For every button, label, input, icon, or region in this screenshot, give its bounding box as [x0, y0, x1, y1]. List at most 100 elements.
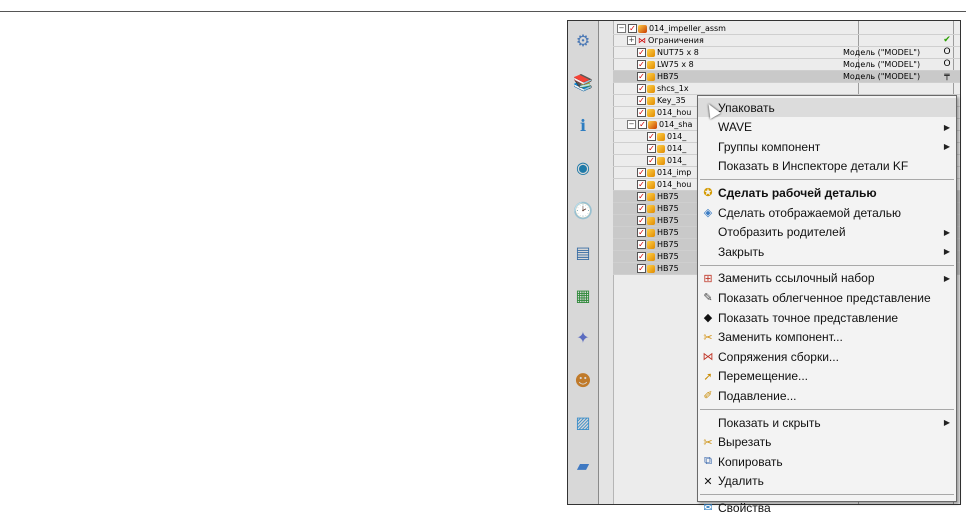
menu-item-label: Вырезать — [718, 435, 772, 450]
tree-node[interactable]: ✓ 014_hou — [637, 107, 691, 118]
roles-icon[interactable]: ▦ — [570, 282, 596, 308]
visibility-checkbox[interactable]: ✓ — [638, 120, 647, 129]
visibility-checkbox[interactable]: ✓ — [637, 228, 646, 237]
collapse-icon[interactable]: − — [617, 24, 626, 33]
part-icon — [647, 216, 655, 225]
tree-node[interactable]: ✓ 014_hou — [637, 179, 691, 190]
tree-row[interactable]: + ⋈ Ограничения ✔ — [613, 35, 960, 47]
menu-item[interactable]: Закрыть ▶ — [698, 242, 956, 261]
menu-item[interactable]: Показать и скрыть ▶ — [698, 413, 956, 432]
tree-node[interactable]: ✓ 014_ — [647, 143, 686, 154]
menu-item[interactable]: WAVE ▶ — [698, 118, 956, 137]
menu-item[interactable]: ➚ Перемещение... — [698, 367, 956, 386]
menu-item-label: Показать в Инспекторе детали KF — [718, 159, 909, 174]
visibility-checkbox[interactable]: ✓ — [637, 252, 646, 261]
menu-item[interactable]: Отобразить родителей ▶ — [698, 223, 956, 242]
palette-icon[interactable]: ▤ — [570, 240, 596, 266]
menu-item[interactable]: Упаковать — [698, 98, 956, 117]
tree-row[interactable]: ✓ HB75 Модель ("MODEL") ╤ — [613, 71, 960, 83]
tree-node[interactable]: ✓ 014_ — [647, 155, 686, 166]
tree-node[interactable]: ✓ HB75 — [637, 263, 679, 274]
part-navigator-icon[interactable]: 📚 — [570, 70, 596, 96]
menu-item[interactable]: Показать в Инспекторе детали KF — [698, 157, 956, 176]
tree-node[interactable]: − ✓ 014_sha — [627, 119, 692, 130]
visibility-checkbox[interactable]: ✓ — [647, 144, 656, 153]
submenu-arrow-icon: ▶ — [943, 227, 950, 237]
tree-node[interactable]: ✓ HB75 — [637, 239, 679, 250]
tree-node[interactable]: + ⋈ Ограничения — [627, 35, 704, 46]
visibility-checkbox[interactable]: ✓ — [637, 180, 646, 189]
part-icon — [657, 132, 665, 141]
menu-item[interactable]: ✐ Подавление... — [698, 386, 956, 405]
tree-node[interactable]: ✓ 014_imp — [637, 167, 691, 178]
tree-node[interactable]: ✓ Key_35 — [637, 95, 686, 106]
menu-item[interactable]: ✉ Свойства — [698, 498, 956, 517]
collapse-icon[interactable]: − — [627, 120, 636, 129]
part-icon — [647, 84, 655, 93]
web-browser-icon[interactable]: ▨ — [570, 410, 596, 436]
tree-node[interactable]: ✓ HB75 — [637, 203, 679, 214]
node-label: 014_ — [667, 156, 687, 165]
tree-row[interactable]: ✓ LW75 x 8 Модель ("MODEL") O — [613, 59, 960, 71]
menu-item-label: Копировать — [718, 454, 783, 469]
properties-icon: ✉ — [703, 502, 713, 515]
tree-node[interactable]: ✓ HB75 — [637, 251, 679, 262]
reference-set-icon: ⊞ — [703, 272, 713, 285]
clock-icon[interactable]: 🕑 — [570, 197, 596, 223]
menu-separator — [700, 179, 954, 181]
tree-node[interactable]: − ✓ 014_impeller_assm — [617, 23, 726, 34]
cut-icon: ✂ — [703, 436, 713, 449]
tree-node[interactable]: ✓ HB75 — [637, 227, 679, 238]
reuse-library-icon[interactable]: ✦ — [570, 325, 596, 351]
menu-item[interactable]: ⊞ Заменить ссылочный набор ▶ — [698, 269, 956, 288]
menu-item[interactable]: ✂ Вырезать — [698, 433, 956, 452]
tree-node[interactable]: ✓ HB75 — [637, 71, 679, 82]
expand-icon[interactable]: + — [627, 36, 636, 45]
visibility-checkbox[interactable]: ✓ — [647, 132, 656, 141]
visibility-checkbox[interactable]: ✓ — [637, 240, 646, 249]
visibility-checkbox[interactable]: ✓ — [628, 24, 637, 33]
tree-row[interactable]: ✓ NUT75 x 8 Модель ("MODEL") O — [613, 47, 960, 59]
visibility-checkbox[interactable]: ✓ — [637, 216, 646, 225]
tree-node[interactable]: ✓ NUT75 x 8 — [637, 47, 699, 58]
node-label: LW75 x 8 — [657, 60, 694, 69]
menu-item-label: Сделать отображаемой деталью — [718, 205, 902, 220]
visibility-checkbox[interactable]: ✓ — [637, 48, 646, 57]
node-label: HB75 — [657, 228, 679, 237]
tree-node[interactable]: ✓ HB75 — [637, 191, 679, 202]
tree-node[interactable]: ✓ HB75 — [637, 215, 679, 226]
info-icon[interactable]: ◉ — [570, 155, 596, 181]
visibility-checkbox[interactable]: ✓ — [637, 72, 646, 81]
menu-item[interactable]: ✎ Показать облегченное представление — [698, 288, 956, 307]
menu-item[interactable]: ✕ Удалить — [698, 472, 956, 491]
menu-item[interactable]: Группы компонент ▶ — [698, 137, 956, 156]
menu-item[interactable]: ◆ Показать точное представление — [698, 308, 956, 327]
menu-item[interactable]: ◈ Сделать отображаемой деталью — [698, 203, 956, 222]
history-icon[interactable]: ℹ — [570, 112, 596, 138]
visibility-checkbox[interactable]: ✓ — [647, 156, 656, 165]
part-icon — [657, 156, 665, 165]
assembly-navigator-icon[interactable]: ⚙ — [570, 27, 596, 53]
menu-separator — [700, 264, 954, 266]
visibility-checkbox[interactable]: ✓ — [637, 192, 646, 201]
part-icon — [647, 192, 655, 201]
visibility-checkbox[interactable]: ✓ — [637, 204, 646, 213]
visibility-checkbox[interactable]: ✓ — [637, 264, 646, 273]
visibility-checkbox[interactable]: ✓ — [637, 84, 646, 93]
tree-row[interactable]: ✓ shcs_1x — [613, 83, 960, 95]
system-materials-icon[interactable]: ☻ — [570, 367, 596, 393]
menu-item[interactable]: ✂ Заменить компонент... — [698, 328, 956, 347]
visibility-checkbox[interactable]: ✓ — [637, 168, 646, 177]
visibility-checkbox[interactable]: ✓ — [637, 60, 646, 69]
tree-node[interactable]: ✓ 014_ — [647, 131, 686, 142]
visibility-checkbox[interactable]: ✓ — [637, 96, 646, 105]
tree-row[interactable]: − ✓ 014_impeller_assm — [613, 23, 960, 35]
visibility-checkbox[interactable]: ✓ — [637, 108, 646, 117]
tree-node[interactable]: ✓ LW75 x 8 — [637, 59, 694, 70]
menu-item[interactable]: ⧉ Копировать — [698, 452, 956, 471]
part-icon — [647, 48, 655, 57]
folder-icon[interactable]: ▰ — [570, 452, 596, 478]
menu-item[interactable]: ⋈ Сопряжения сборки... — [698, 347, 956, 366]
tree-node[interactable]: ✓ shcs_1x — [637, 83, 689, 94]
menu-item[interactable]: ✪ Сделать рабочей деталью — [698, 183, 956, 202]
